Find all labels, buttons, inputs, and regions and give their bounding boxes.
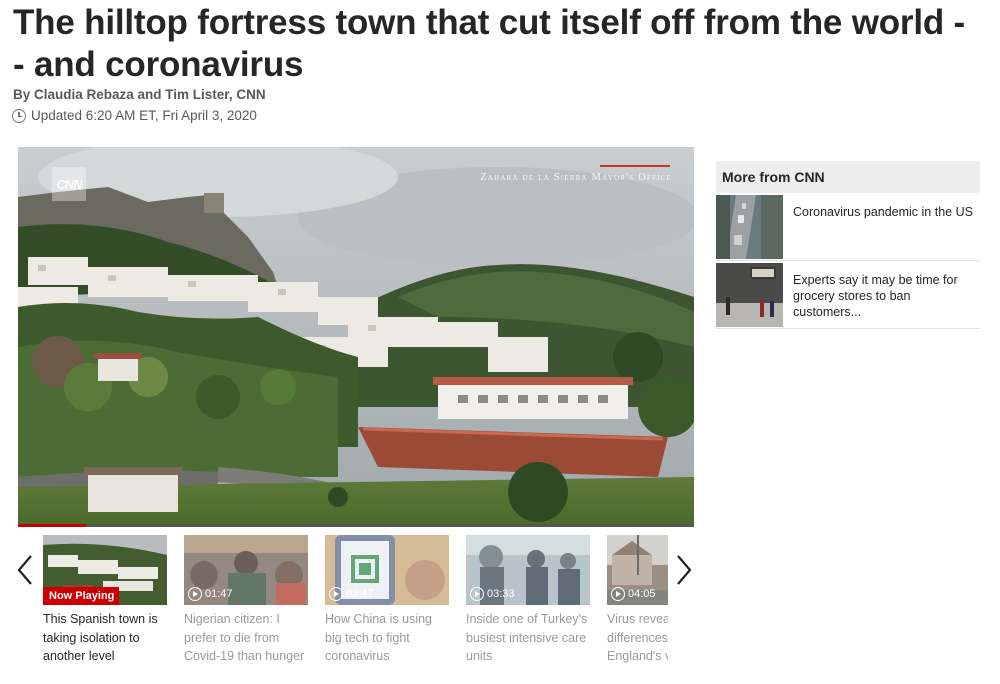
video-progress-fill [18,524,86,527]
duration-text: 04:05 [628,588,656,600]
video-duration: 01:47 [188,587,233,601]
now-playing-badge: Now Playing [43,587,120,605]
sidebar-thumbnail[interactable] [716,263,783,327]
carousel-prev-button[interactable] [13,552,37,588]
video-thumbnail[interactable]: 03:33 [466,535,590,605]
timestamp-text: Updated 6:20 AM ET, Fri April 3, 2020 [31,108,257,123]
video-player[interactable]: CNN Zahara de la Sierra Mayor's Office [18,147,694,527]
video-thumbnail[interactable]: 01:47 [184,535,308,605]
chevron-right-icon [677,555,692,585]
sidebar-header: More from CNN [716,161,980,193]
sidebar-item[interactable]: Coronavirus pandemic in the US [716,195,980,261]
video-duration: 04:05 [611,587,656,601]
carousel-item[interactable]: 04:05 Virus reveals differences in Engla… [607,535,668,666]
more-from-cnn-panel: More from CNN Coronavirus pandemic in th… [716,161,980,329]
play-icon [188,587,202,601]
credit-accent-line [600,165,670,167]
video-duration: 03:33 [470,587,515,601]
carousel-item-title[interactable]: Nigerian citizen: I prefer to die from C… [184,610,308,666]
video-credit: Zahara de la Sierra Mayor's Office [480,172,672,183]
video-carousel: Now Playing This Spanish town is taking … [43,535,668,684]
clock-icon [12,108,26,123]
video-frame-image [18,147,694,527]
article-byline: By Claudia Rebaza and Tim Lister, CNN [13,87,266,102]
carousel-item[interactable]: 03:33 Inside one of Turkey's busiest int… [466,535,590,666]
carousel-item-title[interactable]: How China is using big tech to fight cor… [325,610,449,666]
sidebar-item-title[interactable]: Coronavirus pandemic in the US [783,195,979,260]
carousel-item[interactable]: Now Playing This Spanish town is taking … [43,535,167,666]
article-timestamp: Updated 6:20 AM ET, Fri April 3, 2020 [12,108,257,123]
duration-text: 02:47 [346,588,374,600]
carousel-next-button[interactable] [672,552,696,588]
chevron-left-icon [17,555,32,585]
cnn-logo-watermark: CNN [52,167,86,201]
duration-text: 01:47 [205,588,233,600]
play-icon [611,587,625,601]
duration-text: 03:33 [487,588,515,600]
carousel-item[interactable]: 01:47 Nigerian citizen: I prefer to die … [184,535,308,666]
video-thumbnail[interactable]: 02:47 [325,535,449,605]
carousel-item-title[interactable]: This Spanish town is taking isolation to… [43,610,167,666]
play-icon [470,587,484,601]
carousel-item-title[interactable]: Virus reveals differences in England's v… [607,610,668,666]
video-thumbnail[interactable]: 04:05 [607,535,668,605]
article-headline: The hilltop fortress town that cut itsel… [13,3,966,84]
video-duration: 02:47 [329,587,374,601]
play-icon [329,587,343,601]
sidebar-thumbnail[interactable] [716,195,783,259]
carousel-item[interactable]: 02:47 How China is using big tech to fig… [325,535,449,666]
video-progress-bar[interactable] [18,524,694,527]
sidebar-item-title[interactable]: Experts say it may be time for grocery s… [783,263,980,328]
sidebar-item[interactable]: Experts say it may be time for grocery s… [716,263,980,329]
video-thumbnail[interactable]: Now Playing [43,535,167,605]
carousel-item-title[interactable]: Inside one of Turkey's busiest intensive… [466,610,590,666]
